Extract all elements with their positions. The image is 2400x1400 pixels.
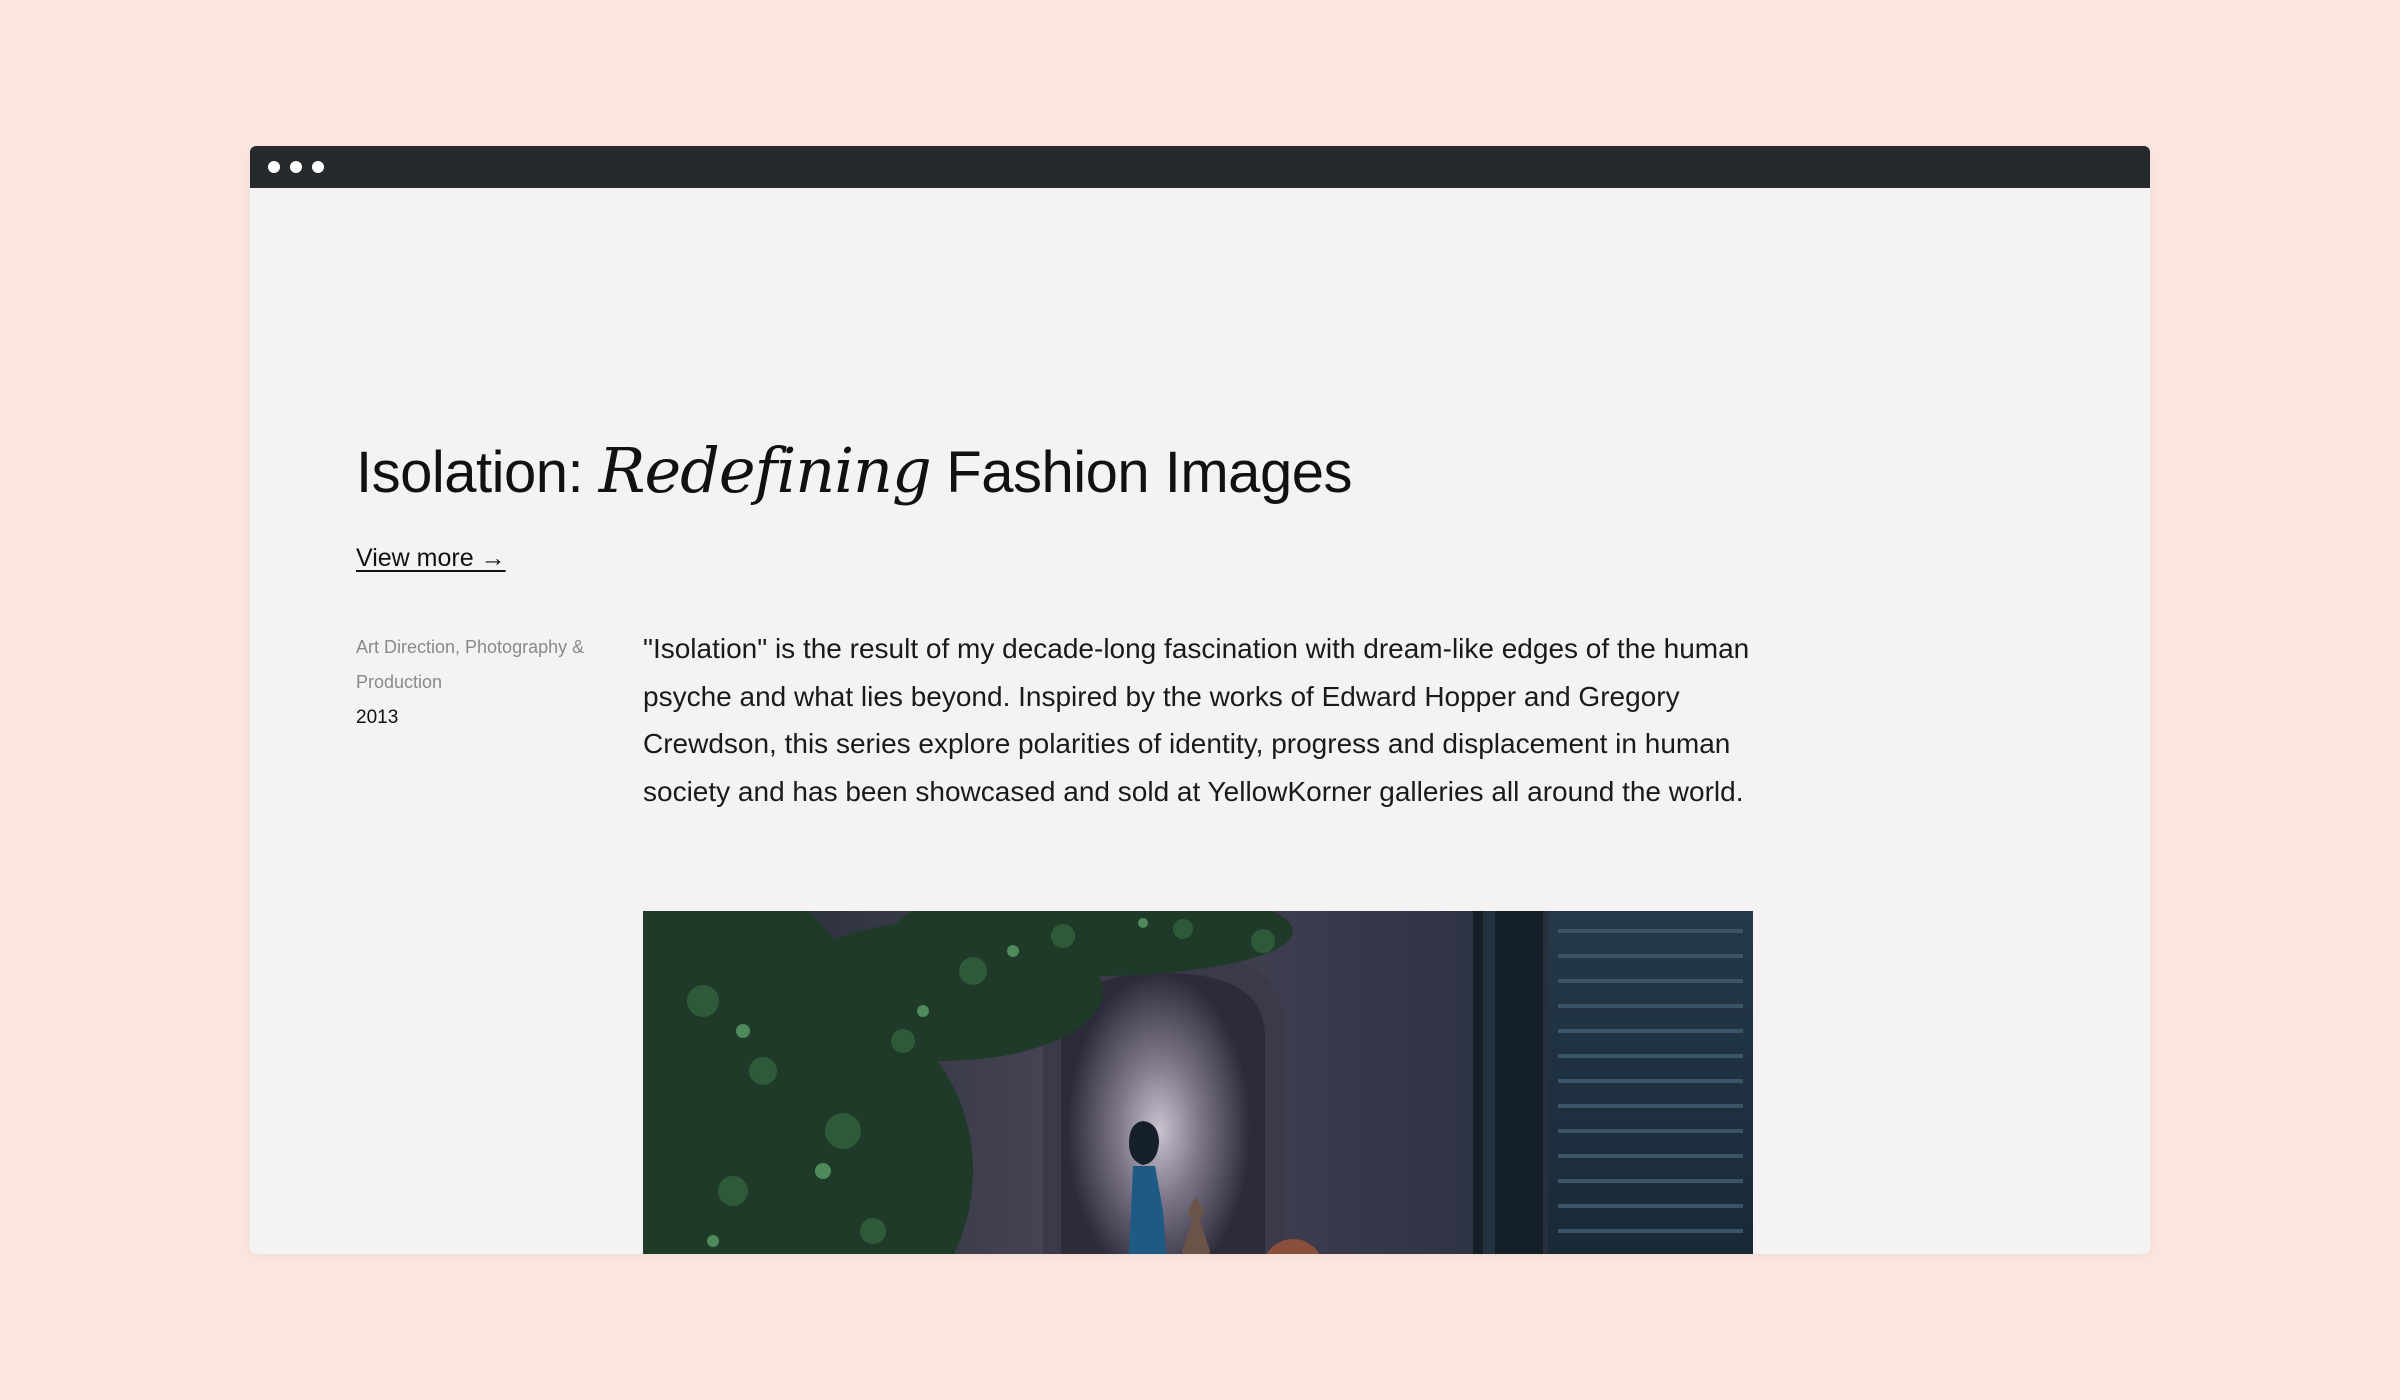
window-dot-icon[interactable] (312, 161, 324, 173)
project-photo (643, 911, 1753, 1254)
project-title: Isolation: Redefining Fashion Images (356, 440, 1352, 502)
project-year: 2013 (356, 707, 399, 728)
project-description: "Isolation" is the result of my decade-l… (643, 633, 1750, 807)
browser-window: Isolation: Redefining Fashion Images Vie… (250, 146, 2150, 1254)
window-dot-icon[interactable] (268, 161, 280, 173)
window-dot-icon[interactable] (290, 161, 302, 173)
project-categories: Art Direction, Photography & Production (356, 637, 585, 692)
project-meta: Art Direction, Photography & Production … (356, 630, 626, 735)
view-more-link[interactable]: View more → (356, 544, 506, 573)
title-part-1: Isolation: (356, 440, 599, 505)
window-titlebar (250, 146, 2150, 188)
title-emphasis: Redefining (598, 434, 932, 507)
title-part-2: Fashion Images (930, 440, 1352, 505)
project-content: Isolation: Redefining Fashion Images Vie… (356, 188, 2150, 1254)
